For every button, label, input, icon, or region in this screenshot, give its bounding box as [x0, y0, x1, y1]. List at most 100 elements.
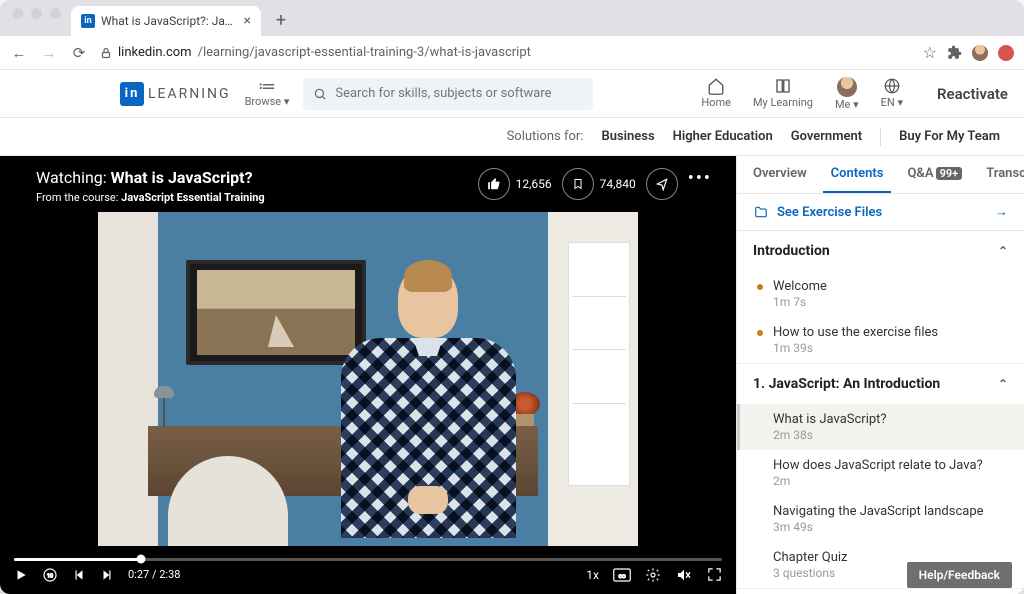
lesson-duration: 3m 49s: [773, 520, 984, 534]
list-icon: ≔: [258, 79, 276, 95]
back-icon[interactable]: ←: [10, 44, 28, 62]
subnav-government[interactable]: Government: [791, 129, 862, 144]
watched-dot-icon: [757, 330, 763, 336]
macos-window-controls[interactable]: [8, 8, 71, 29]
search-box[interactable]: [303, 78, 593, 110]
home-icon: [707, 77, 725, 95]
subnav-business[interactable]: Business: [601, 129, 654, 144]
lesson-item[interactable]: What is JavaScript?2m 38s: [737, 404, 1024, 450]
tab-contents[interactable]: Contents: [823, 156, 892, 193]
linkedin-favicon: in: [81, 14, 95, 28]
extension-icon[interactable]: [998, 45, 1014, 61]
sidebar-tabs: Overview Contents Q&A99+ Transcripts: [737, 156, 1024, 194]
lesson-duration: 2m 38s: [773, 428, 887, 442]
captions-icon[interactable]: cc: [613, 568, 631, 582]
svg-text:10: 10: [47, 573, 53, 579]
help-feedback-button[interactable]: Help/Feedback: [907, 562, 1012, 588]
video-title: What is JavaScript?: [111, 168, 253, 187]
folder-icon: [753, 205, 769, 219]
play-icon[interactable]: [14, 568, 28, 582]
new-tab-button[interactable]: +: [267, 6, 295, 34]
qa-badge: 99+: [936, 167, 963, 180]
watched-dot-icon: [757, 417, 763, 423]
exercise-files-link[interactable]: See Exercise Files →: [737, 194, 1024, 231]
close-icon[interactable]: ×: [244, 13, 251, 29]
address-bar[interactable]: linkedin.com/learning/javascript-essenti…: [100, 45, 911, 60]
tab-overview[interactable]: Overview: [745, 156, 815, 193]
url-domain: linkedin.com: [118, 45, 192, 60]
bookmark-button[interactable]: [562, 168, 594, 200]
browse-menu[interactable]: ≔ Browse ▾: [245, 79, 290, 107]
lesson-item[interactable]: How to use the exercise files1m 39s: [737, 317, 1024, 363]
section-header[interactable]: Introduction⌃: [737, 231, 1024, 271]
lesson-item[interactable]: Navigating the JavaScript landscape3m 49…: [737, 496, 1024, 542]
course-title[interactable]: JavaScript Essential Training: [121, 191, 265, 204]
fullscreen-icon[interactable]: [707, 567, 722, 582]
video-frame[interactable]: [98, 212, 638, 546]
reload-icon[interactable]: ⟳: [70, 44, 88, 62]
share-button[interactable]: [646, 168, 678, 200]
playback-speed[interactable]: 1x: [586, 568, 599, 582]
nav-home[interactable]: Home: [701, 77, 731, 111]
course-prefix: From the course:: [36, 191, 118, 204]
like-count: 12,656: [516, 177, 552, 191]
tab-title: What is JavaScript?: JavaScri: [101, 14, 238, 28]
lesson-title: What is JavaScript?: [773, 412, 887, 427]
linkedin-learning-logo[interactable]: in LEARNING: [120, 82, 231, 106]
extensions-icon[interactable]: [947, 45, 962, 60]
progress-bar[interactable]: [14, 558, 722, 561]
next-track-icon[interactable]: [100, 568, 114, 582]
browser-toolbar: ← → ⟳ linkedin.com/learning/javascript-e…: [0, 36, 1024, 70]
chevron-up-icon: ⌃: [998, 377, 1008, 391]
lock-icon: [100, 47, 112, 59]
volume-muted-icon[interactable]: [675, 567, 693, 583]
lesson-duration: 1m 39s: [773, 341, 938, 355]
tab-qa[interactable]: Q&A99+: [899, 156, 970, 193]
lesson-title: Navigating the JavaScript landscape: [773, 504, 984, 519]
subnav-lead: Solutions for:: [507, 129, 584, 144]
settings-icon[interactable]: [645, 567, 661, 583]
section-header[interactable]: 1. JavaScript: An Introduction⌃: [737, 364, 1024, 404]
rewind-icon[interactable]: 10: [42, 567, 58, 583]
url-path: /learning/javascript-essential-training-…: [198, 45, 531, 60]
like-button[interactable]: [478, 168, 510, 200]
video-controls: 10 0:27 / 2:38 1x cc: [0, 546, 736, 594]
extension-avatar-icon[interactable]: [972, 45, 988, 61]
section-header[interactable]: 2. The Basics⌃: [737, 589, 1024, 594]
video-time: 0:27 / 2:38: [128, 568, 180, 581]
browser-tab-strip: in What is JavaScript?: JavaScri × +: [0, 0, 1024, 36]
lesson-title: How does JavaScript relate to Java?: [773, 458, 983, 473]
search-input[interactable]: [335, 86, 583, 101]
subnav-buy-team[interactable]: Buy For My Team: [899, 129, 1000, 144]
browser-tab[interactable]: in What is JavaScript?: JavaScri ×: [71, 6, 261, 36]
more-icon[interactable]: •••: [688, 168, 712, 189]
watching-label: Watching:: [36, 168, 107, 187]
site-header: in LEARNING ≔ Browse ▾ Home: [0, 70, 1024, 118]
course-sidebar: Overview Contents Q&A99+ Transcripts See…: [736, 156, 1024, 594]
svg-text:cc: cc: [618, 572, 626, 580]
lesson-duration: 2m: [773, 474, 983, 488]
nav-my-learning[interactable]: My Learning: [753, 77, 813, 111]
subnav-higher-ed[interactable]: Higher Education: [673, 129, 773, 144]
save-count: 74,840: [600, 177, 636, 191]
lesson-item[interactable]: How does JavaScript relate to Java?2m: [737, 450, 1024, 496]
watched-dot-icon: [757, 555, 763, 561]
lesson-item[interactable]: Welcome1m 7s: [737, 271, 1024, 317]
watched-dot-icon: [757, 463, 763, 469]
tab-transcripts[interactable]: Transcripts: [978, 156, 1024, 193]
search-icon: [313, 87, 327, 101]
nav-me[interactable]: Me ▾: [835, 77, 859, 111]
bookmark-icon[interactable]: ☆: [923, 43, 937, 62]
forward-icon[interactable]: →: [40, 44, 58, 62]
nav-language[interactable]: EN ▾: [881, 77, 903, 111]
solutions-subnav: Solutions for: Business Higher Education…: [0, 118, 1024, 156]
watched-dot-icon: [757, 509, 763, 515]
lesson-duration: 3 questions: [773, 566, 848, 580]
lesson-title: Welcome: [773, 279, 827, 294]
arrow-right-icon: →: [995, 204, 1008, 220]
prev-track-icon[interactable]: [72, 568, 86, 582]
avatar-icon: [837, 77, 857, 97]
globe-icon: [883, 77, 901, 95]
reactivate-button[interactable]: Reactivate: [937, 85, 1008, 103]
chevron-up-icon: ⌃: [998, 244, 1008, 258]
